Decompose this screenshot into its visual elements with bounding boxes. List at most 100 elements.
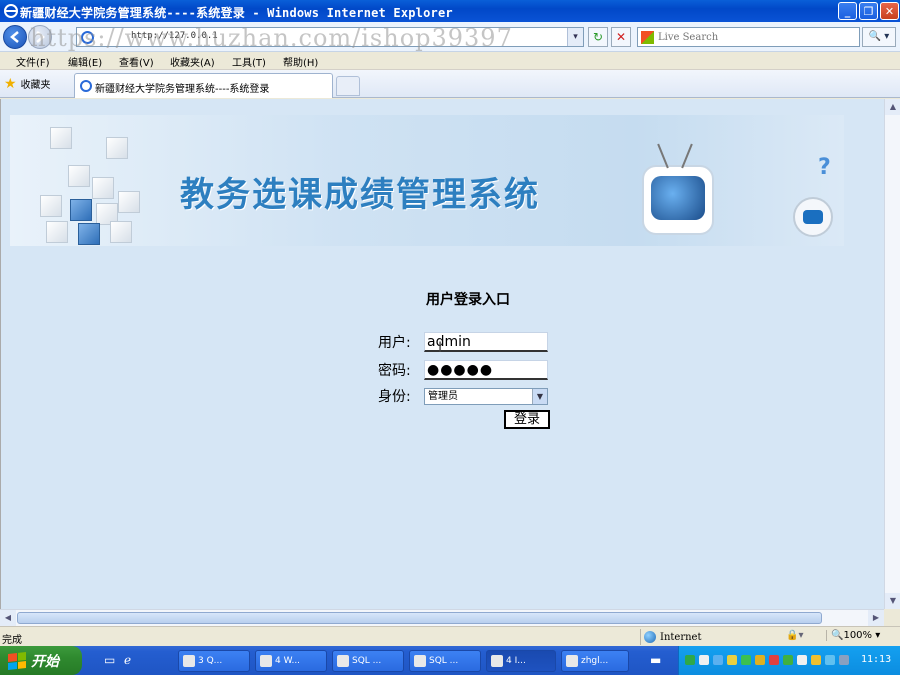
sql-icon — [337, 655, 349, 667]
page-icon — [81, 31, 94, 44]
url-text: http://127.0.0.1 — [131, 31, 218, 41]
menu-help[interactable]: 帮助(H) — [283, 54, 318, 69]
scroll-down-icon[interactable]: ▼ — [885, 593, 900, 609]
tray-icon[interactable] — [755, 655, 765, 665]
refresh-button[interactable]: ↻ — [588, 27, 608, 47]
cube-decoration — [78, 223, 100, 245]
tray-icon[interactable] — [839, 655, 849, 665]
qq-icon — [183, 655, 195, 667]
role-row: 身份: 管理员 ▼ — [378, 385, 548, 407]
scroll-left-icon[interactable]: ◀ — [0, 610, 16, 626]
search-input[interactable] — [658, 30, 853, 44]
security-zone: Internet — [640, 629, 701, 645]
scroll-up-icon[interactable]: ▲ — [885, 99, 900, 115]
page-icon — [80, 80, 92, 92]
tray-icon[interactable] — [699, 655, 709, 665]
tray-icon[interactable] — [825, 655, 835, 665]
tab-label: 新疆财经大学院务管理系统----系统登录 — [95, 84, 270, 95]
forward-button[interactable] — [28, 25, 52, 49]
user-label: 用户: — [378, 335, 411, 351]
tab-bar: ★ 收藏夹 新疆财经大学院务管理系统----系统登录 — [0, 70, 900, 98]
zoom-control[interactable]: 🔍100% ▾ — [826, 630, 880, 641]
address-dropdown[interactable]: ▾ — [567, 28, 583, 46]
folder-icon[interactable]: ▭ — [104, 653, 115, 667]
window-title: 新疆财经大学院务管理系统----系统登录 - Windows Internet … — [20, 6, 453, 20]
tray-icon[interactable] — [741, 655, 751, 665]
keyboard-icon[interactable]: ▬ — [650, 653, 661, 667]
horizontal-scrollbar[interactable]: ◀ ▶ — [0, 609, 884, 626]
status-text: 完成 — [2, 635, 22, 646]
taskbar: 开始 ▭ ℯ 3 Q... 4 W... SQL ... SQL ... 4 I… — [0, 646, 900, 675]
search-button[interactable]: 🔍 ▾ — [862, 27, 896, 47]
maximize-button[interactable]: ❐ — [859, 2, 878, 20]
taskbar-item-sql-2[interactable]: SQL ... — [409, 650, 481, 672]
task-label: 4 W... — [275, 656, 301, 666]
menu-file[interactable]: 文件(F) — [16, 54, 50, 69]
star-icon: ★ — [4, 75, 17, 92]
user-row: 用户: — [378, 331, 548, 353]
taskbar-item-ie[interactable]: 4 I... — [486, 650, 556, 672]
question-mark-icon: ? — [818, 155, 831, 180]
scroll-thumb[interactable] — [17, 612, 822, 624]
search-box[interactable] — [637, 27, 860, 47]
taskbar-item-qq[interactable]: 3 Q... — [178, 650, 250, 672]
favorites-button[interactable]: ★ 收藏夹 — [4, 75, 51, 92]
scroll-right-icon[interactable]: ▶ — [868, 610, 884, 626]
start-label: 开始 — [31, 653, 59, 670]
address-bar[interactable]: http://127.0.0.1 ▾ — [76, 27, 584, 47]
folder-icon — [260, 655, 272, 667]
tray-icon[interactable] — [727, 655, 737, 665]
protected-mode-icon[interactable]: 🔒▾ — [786, 630, 803, 641]
tab-login[interactable]: 新疆财经大学院务管理系统----系统登录 — [74, 73, 333, 98]
ie-icon — [4, 4, 18, 18]
taskbar-item-zhgl[interactable]: zhgl... — [561, 650, 629, 672]
live-search-icon — [641, 31, 654, 44]
banner: 教务选课成绩管理系统 ? — [10, 115, 844, 246]
tray-icon[interactable] — [797, 655, 807, 665]
taskbar-item-explorer[interactable]: 4 W... — [255, 650, 327, 672]
role-select[interactable]: 管理员 ▼ — [424, 387, 548, 405]
chevron-down-icon: ▼ — [532, 388, 547, 404]
menu-view[interactable]: 查看(V) — [119, 54, 154, 69]
system-tray: 11:13 — [678, 646, 900, 675]
tv-illustration — [642, 143, 714, 235]
menu-edit[interactable]: 编辑(E) — [68, 54, 102, 69]
minimize-button[interactable]: _ — [838, 2, 857, 20]
cube-decoration — [70, 199, 92, 221]
tray-icon[interactable] — [713, 655, 723, 665]
scroll-corner — [884, 609, 900, 626]
clock: 11:13 — [861, 654, 892, 665]
close-button[interactable]: ✕ — [880, 2, 899, 20]
vertical-scrollbar[interactable]: ▲ ▼ — [884, 99, 900, 609]
login-button[interactable]: 登录 — [504, 410, 550, 429]
cube-decoration — [40, 195, 62, 217]
role-selected-value: 管理员 — [428, 390, 458, 402]
start-button[interactable]: 开始 — [0, 646, 82, 675]
favorites-label: 收藏夹 — [20, 80, 51, 91]
tray-icon[interactable] — [685, 655, 695, 665]
role-label: 身份: — [378, 389, 411, 405]
password-input[interactable] — [424, 360, 548, 380]
task-label: SQL ... — [429, 656, 459, 666]
new-tab-button[interactable] — [336, 76, 360, 96]
ie-quicklaunch-icon[interactable]: ℯ — [124, 653, 131, 667]
arrow-left-icon — [10, 31, 19, 43]
tray-icon[interactable] — [811, 655, 821, 665]
taskbar-item-sql-1[interactable]: SQL ... — [332, 650, 404, 672]
menu-tools[interactable]: 工具(T) — [232, 54, 266, 69]
back-button[interactable] — [3, 25, 27, 49]
password-row: 密码: — [378, 359, 548, 381]
status-bar: 完成 Internet 🔒▾ 🔍100% ▾ — [0, 626, 900, 646]
menu-bar: 文件(F) 编辑(E) 查看(V) 收藏夹(A) 工具(T) 帮助(H) — [0, 52, 900, 70]
cube-decoration — [46, 221, 68, 243]
tray-icon[interactable] — [769, 655, 779, 665]
cube-decoration — [92, 177, 114, 199]
title-bar: 新疆财经大学院务管理系统----系统登录 - Windows Internet … — [0, 0, 900, 22]
ie-icon — [491, 655, 503, 667]
username-input[interactable] — [424, 332, 548, 352]
tray-icon[interactable] — [783, 655, 793, 665]
menu-favorites[interactable]: 收藏夹(A) — [170, 54, 215, 69]
stop-button[interactable]: ✕ — [611, 27, 631, 47]
system-title: 教务选课成绩管理系统 — [180, 175, 540, 215]
cube-decoration — [50, 127, 72, 149]
